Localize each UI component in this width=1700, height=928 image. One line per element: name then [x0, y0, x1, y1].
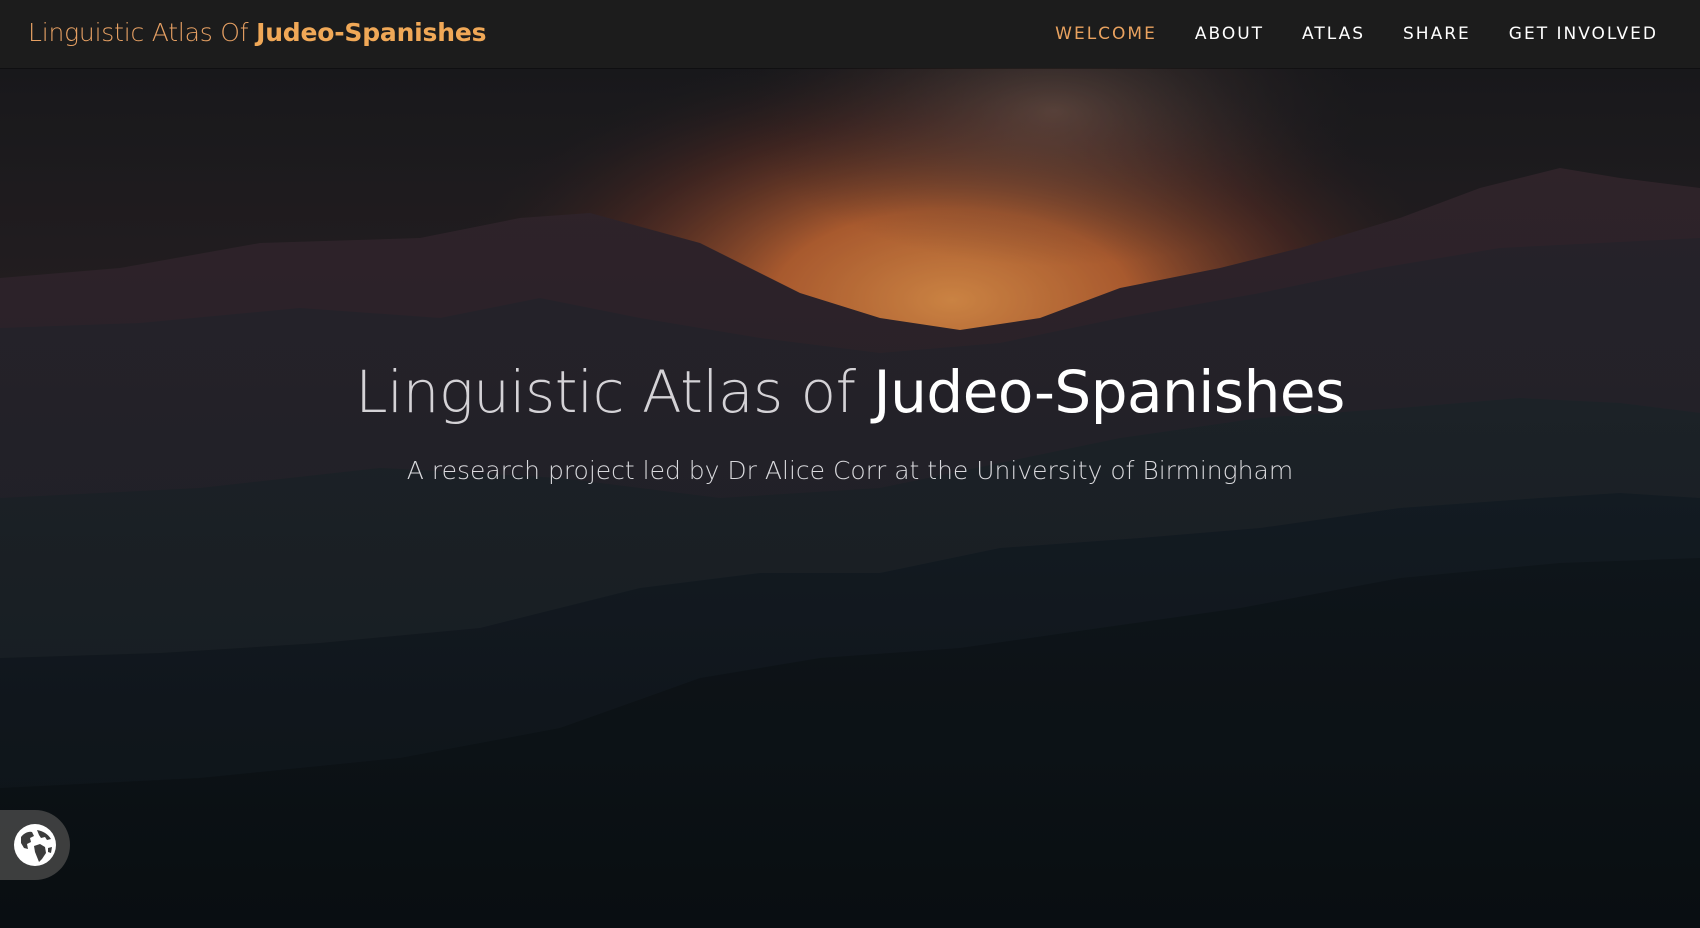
nav-link-atlas[interactable]: ATLAS — [1302, 24, 1365, 44]
hero-title-prefix: Linguistic Atlas of — [355, 358, 874, 426]
brand-logo-link[interactable]: Linguistic Atlas Of Judeo-Spanishes — [28, 17, 486, 49]
hero-subtitle: A research project led by Dr Alice Corr … — [406, 456, 1294, 485]
nav-item-atlas: ATLAS — [1302, 24, 1365, 44]
hero-title-highlight: Judeo-Spanishes — [873, 358, 1346, 426]
nav-item-welcome: WELCOME — [1055, 24, 1157, 44]
page: Linguistic Atlas Of Judeo-Spanishes WELC… — [0, 0, 1700, 928]
nav-item-get-involved: GET INVOLVED — [1509, 24, 1658, 44]
globe-floating-button[interactable] — [0, 810, 70, 880]
nav-link-about[interactable]: ABOUT — [1195, 24, 1264, 44]
nav-item-about: ABOUT — [1195, 24, 1264, 44]
top-navbar: Linguistic Atlas Of Judeo-Spanishes WELC… — [0, 0, 1700, 68]
brand-highlight: Judeo-Spanishes — [256, 18, 487, 47]
nav-item-share: SHARE — [1403, 24, 1471, 44]
globe-icon — [14, 824, 56, 866]
hero-title: Linguistic Atlas of Judeo-Spanishes — [0, 356, 1700, 428]
nav-link-share[interactable]: SHARE — [1403, 24, 1471, 44]
brand-prefix: Linguistic Atlas Of — [28, 18, 257, 47]
hero-section: Linguistic Atlas of Judeo-Spanishes A re… — [0, 68, 1700, 928]
nav-link-get-involved[interactable]: GET INVOLVED — [1509, 24, 1658, 44]
nav-link-welcome[interactable]: WELCOME — [1055, 24, 1157, 44]
nav-menu: WELCOME ABOUT ATLAS SHARE GET INVOLVED — [1055, 0, 1658, 68]
mountain-background-image — [0, 68, 1700, 928]
